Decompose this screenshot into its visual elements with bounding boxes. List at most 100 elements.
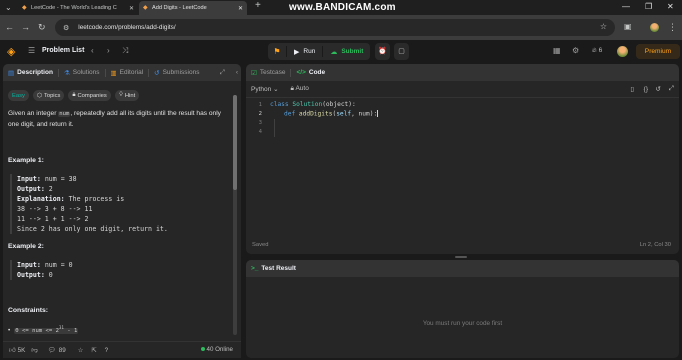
- tab-solutions[interactable]: ⚗ Solutions: [59, 64, 105, 81]
- tab-testcase[interactable]: ☑ Testcase: [246, 64, 290, 81]
- browser-menu-icon[interactable]: ⋮: [668, 22, 677, 32]
- constraint-text: - 1: [63, 327, 78, 334]
- fullscreen-icon[interactable]: ⤢: [669, 85, 674, 93]
- explanation-label: Explanation:: [17, 195, 65, 203]
- description-scrollbar[interactable]: [233, 95, 237, 335]
- collapse-icon[interactable]: ‹: [236, 64, 238, 81]
- online-text: 40 Online: [206, 346, 234, 353]
- new-tab-button[interactable]: +: [255, 1, 261, 11]
- layout-icon[interactable]: ▦: [553, 46, 561, 56]
- close-tab-icon[interactable]: ✕: [238, 5, 243, 12]
- user-avatar[interactable]: [617, 46, 628, 57]
- lock-icon: 🔒︎: [290, 85, 294, 92]
- output-value: 2: [48, 185, 53, 193]
- tab-label: Solutions: [72, 69, 100, 76]
- panel-resize-handle[interactable]: [455, 256, 467, 258]
- prev-problem-icon[interactable]: ‹: [91, 46, 94, 56]
- timer-icon[interactable]: ⏰: [375, 43, 390, 60]
- minimize-icon[interactable]: —: [622, 2, 630, 11]
- forward-icon[interactable]: →: [21, 22, 30, 32]
- tab-label: Description: [17, 69, 53, 76]
- reset-code-icon[interactable]: ↺: [656, 85, 661, 93]
- settings-gear-icon[interactable]: ⚙: [572, 46, 579, 56]
- companies-chip[interactable]: 🔒︎ Companies: [68, 90, 111, 101]
- scrollbar-thumb[interactable]: [233, 95, 237, 190]
- terminal-icon: >_: [251, 265, 259, 272]
- description-tabs: ▤ Description ⚗ Solutions ▥ Editorial ↺ Subm…: [3, 64, 241, 81]
- back-icon[interactable]: ←: [5, 22, 14, 32]
- code-line-2[interactable]: def addDigits(self, num):: [284, 110, 379, 118]
- next-problem-icon[interactable]: ›: [107, 46, 110, 56]
- line-number: 3: [258, 120, 262, 126]
- problem-list-link[interactable]: Problem List: [42, 47, 84, 54]
- submit-button[interactable]: ☁ Submit: [323, 48, 370, 56]
- output-value: 0: [48, 271, 53, 279]
- shuffle-icon[interactable]: ⤨: [122, 46, 128, 56]
- problem-list-icon[interactable]: ☰: [28, 46, 35, 56]
- language-select[interactable]: Python ⌄: [251, 85, 279, 93]
- lightbulb-icon: 💡︎: [118, 92, 123, 98]
- tab-test-result[interactable]: >_ Test Result: [246, 260, 301, 277]
- tab-title: LeetCode - The World's Leading C: [31, 5, 117, 11]
- bookmark-star-icon[interactable]: ☆: [600, 22, 607, 31]
- premium-button[interactable]: Premium: [636, 44, 680, 59]
- comments-button[interactable]: 💬︎ 89: [47, 346, 66, 355]
- site-info-icon[interactable]: ⚙: [63, 24, 69, 32]
- inline-code: num: [58, 111, 71, 117]
- help-icon[interactable]: ?: [105, 347, 109, 354]
- url-text[interactable]: leetcode.com/problems/add-digits/: [78, 24, 175, 31]
- result-tabs: >_ Test Result: [246, 260, 679, 277]
- bookmark-icon[interactable]: ▯: [630, 85, 634, 93]
- tab-editorial[interactable]: ▥ Editorial: [106, 64, 149, 81]
- tab-label: Submissions: [162, 69, 200, 76]
- dislike-button[interactable]: 👎︎: [31, 346, 37, 354]
- comment-icon: 💬︎: [47, 347, 56, 354]
- statement-text: Given an integer: [8, 110, 59, 117]
- url-bar[interactable]: ⚙ leetcode.com/problems/add-digits/ ☆: [55, 19, 615, 36]
- maximize-icon[interactable]: ❐: [645, 2, 652, 11]
- example-1-title: Example 1:: [8, 157, 44, 164]
- close-tab-icon[interactable]: ✕: [129, 5, 134, 12]
- tab-label: Code: [308, 69, 326, 76]
- browser-profile-avatar[interactable]: [650, 23, 659, 32]
- reload-icon[interactable]: ↻: [38, 22, 46, 32]
- explanation-line: Since 2 has only one digit, return it.: [17, 225, 168, 233]
- share-icon[interactable]: ⇱: [91, 347, 96, 354]
- code-panel: ☑ Testcase </> Code Python ⌄ 🔒︎ Auto ▯ {} …: [246, 64, 679, 254]
- browser-tab-leetcode[interactable]: ◆ LeetCode - The World's Leading C ✕: [18, 1, 138, 15]
- description-footer: 👍︎ 5K 👎︎ 💬︎ 89 ☆ ⇱ ? 40 Online: [3, 341, 241, 358]
- extensions-icon[interactable]: ▣: [624, 22, 632, 32]
- tab-description[interactable]: ▤ Description: [3, 64, 58, 81]
- chip-label: Companies: [77, 92, 107, 99]
- favorite-star-icon[interactable]: ☆: [78, 347, 84, 354]
- leetcode-logo-icon[interactable]: ◈: [7, 45, 17, 58]
- notes-icon[interactable]: ▢: [394, 43, 409, 60]
- code-line-1[interactable]: class Solution(object):: [270, 101, 356, 108]
- output-label: Output:: [17, 271, 45, 279]
- expand-icon[interactable]: ⤢: [220, 64, 225, 81]
- like-button[interactable]: 👍︎ 5K: [9, 346, 25, 355]
- history-icon: ↺: [154, 69, 160, 77]
- tab-search-icon[interactable]: ⌄: [5, 3, 12, 12]
- run-button[interactable]: ▶ Run: [287, 48, 322, 56]
- input-label: Input:: [17, 261, 41, 269]
- format-code-icon[interactable]: {}: [644, 86, 648, 93]
- topics-chip[interactable]: ⬡ Topics: [32, 90, 65, 101]
- auto-mode[interactable]: 🔒︎ Auto: [291, 85, 309, 93]
- keyword: def: [284, 110, 296, 118]
- chip-label: Hint: [124, 92, 136, 99]
- tab-code[interactable]: </> Code: [291, 64, 330, 81]
- hint-chip[interactable]: 💡︎ Hint: [114, 90, 140, 101]
- tab-submissions[interactable]: ↺ Submissions: [149, 64, 204, 81]
- example-1-block: Input: num = 38 Output: 2 Explanation: T…: [10, 174, 168, 234]
- difficulty-badge[interactable]: Easy: [8, 90, 29, 101]
- explanation-line: 38 --> 3 + 8 --> 11: [17, 205, 93, 213]
- function-name: addDigits: [298, 110, 333, 118]
- close-window-icon[interactable]: ✕: [667, 2, 674, 11]
- tab-title: Add Digits - LeetCode: [152, 5, 207, 11]
- streak-counter[interactable]: 🔥︎ 6: [592, 47, 602, 55]
- chip-label: Topics: [43, 92, 61, 99]
- browser-tab-add-digits[interactable]: ◆ Add Digits - LeetCode ✕: [139, 1, 247, 15]
- debug-icon[interactable]: ⚑: [268, 47, 286, 56]
- run-controls: ⚑ ▶ Run ☁ Submit: [268, 43, 371, 60]
